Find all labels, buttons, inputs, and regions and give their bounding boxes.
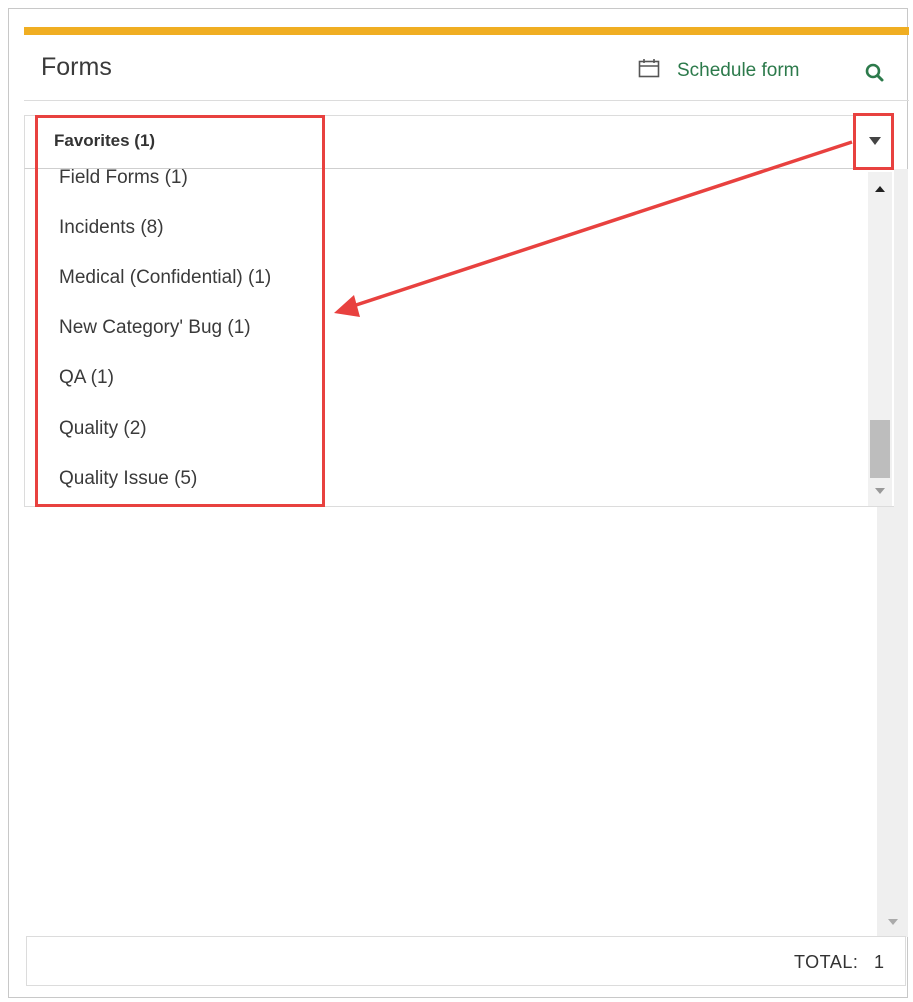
annotation-arrow-icon: [334, 140, 853, 317]
